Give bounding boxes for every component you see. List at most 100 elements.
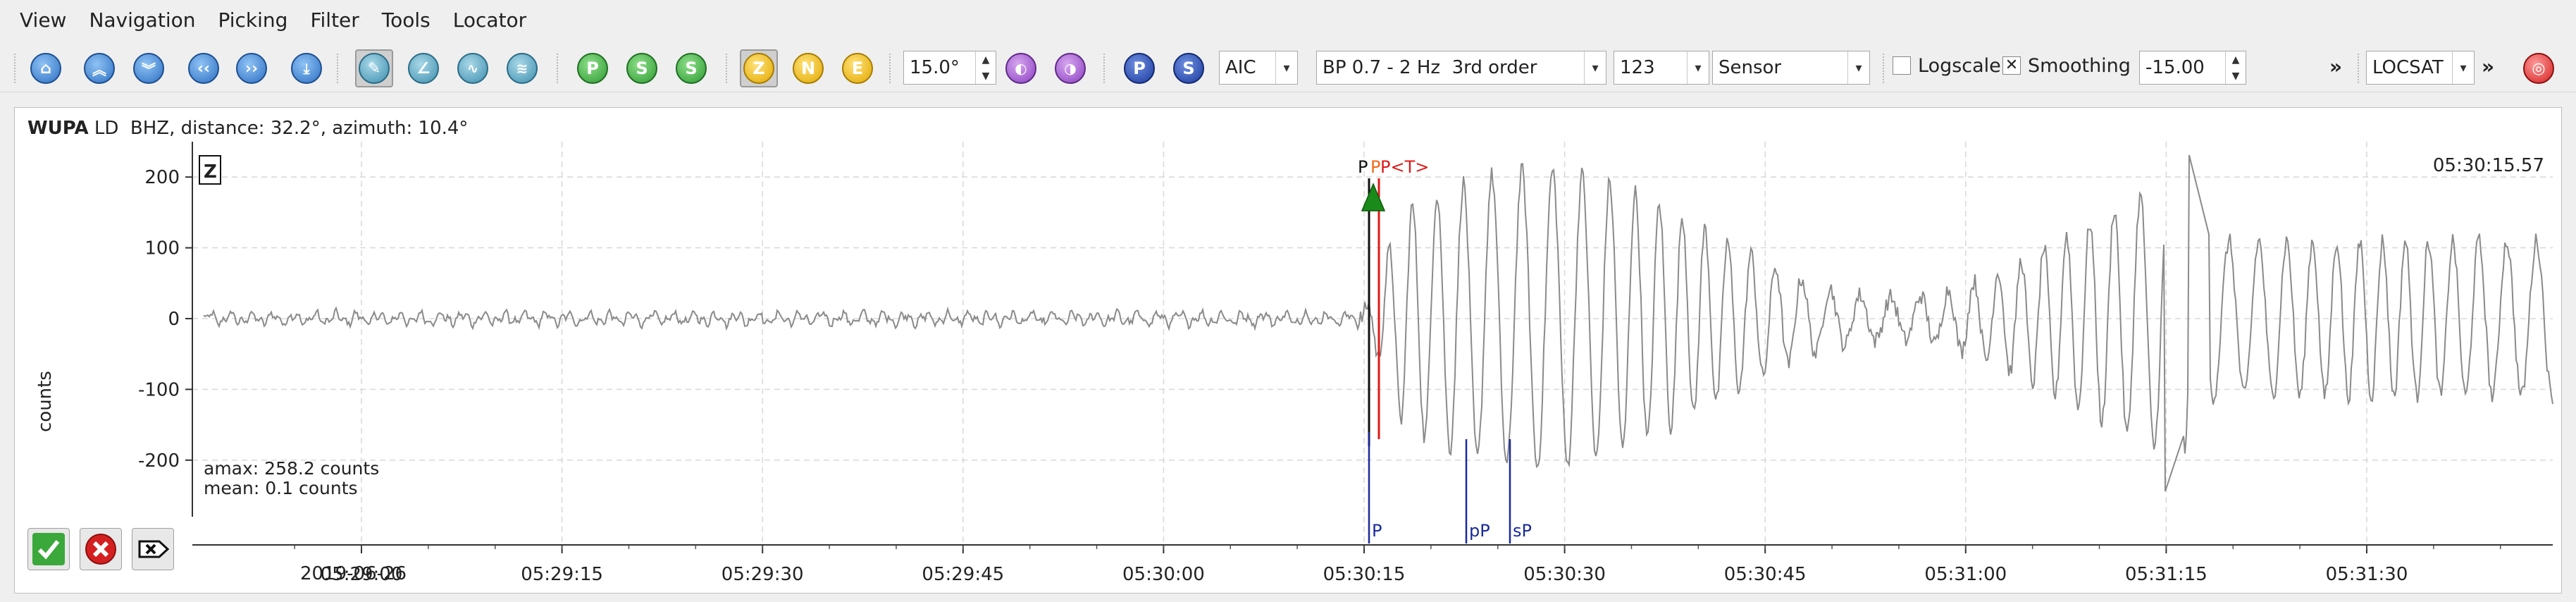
filter-select[interactable]: BP 0.7 - 2 Hz 3rd order ▾	[1316, 51, 1606, 85]
component-n-button[interactable]: N	[789, 49, 827, 87]
dropdown-arrow-icon: ▾	[2452, 51, 2474, 84]
pick-label: P	[1370, 157, 1380, 177]
x-tick-label: 05:30:45	[1724, 564, 1807, 585]
x-tick-label: 05:31:00	[1924, 564, 2007, 585]
trace-plot[interactable]: 2001000-100-20005:29:00 05:29:15 05:29:30 0…	[15, 108, 2561, 593]
x-tick-label: 05:30:00	[1122, 564, 1205, 585]
toolbar: ⌂ ︽ ︾ ‹‹ ›› ⤓ ✎ ∠ ∿ ≋ P S S Z N E 15.0° …	[0, 44, 2576, 92]
toolbar-separator	[2358, 54, 2359, 83]
pencil-icon: ✎	[359, 53, 390, 84]
menu-bar: View Navigation Picking Filter Tools Loc…	[0, 0, 2576, 41]
locator-select[interactable]: LOCSAT ▾	[2366, 51, 2475, 85]
p-phase-icon: P	[577, 53, 608, 84]
previous-trace-button[interactable]: ︽	[80, 49, 118, 87]
x-tick-label: 05:31:15	[2125, 564, 2207, 585]
exit-icon	[138, 540, 170, 558]
y-tick-label: 0	[168, 309, 180, 330]
theoretical-phase-label: P	[1372, 521, 1382, 541]
component-e-button[interactable]: E	[838, 49, 877, 87]
spin-arrows[interactable]: ▲ ▼	[975, 51, 996, 84]
amax-annotation: amax: 258.2 counts	[204, 458, 379, 479]
pick-tool-button[interactable]: ✎	[355, 49, 393, 87]
trace-panel: WUPA LD BHZ, distance: 32.2°, azimuth: 1…	[14, 107, 2562, 594]
rotate-icon: ◐	[1005, 53, 1036, 84]
scroll-right-button[interactable]: ››	[233, 49, 271, 87]
measure-tool-button[interactable]: ∠	[404, 49, 442, 87]
spin-arrows[interactable]: ▲ ▼	[2225, 51, 2246, 84]
unit-select[interactable]: Sensor ▾	[1712, 51, 1870, 85]
menu-locator[interactable]: Locator	[442, 0, 538, 41]
x-tick-label: 05:30:15	[1323, 564, 1406, 585]
pick-s-button[interactable]: S	[623, 49, 661, 87]
reject-button[interactable]	[80, 528, 122, 570]
z-component-icon: Z	[743, 53, 774, 84]
component-label: Z	[204, 161, 217, 183]
rotate-alt-button[interactable]: ◑	[1051, 49, 1089, 87]
waveform-icon: ∿	[457, 53, 488, 84]
e-component-icon: E	[842, 53, 873, 84]
smoothing-offset-spinbox[interactable]: -15.00 ▲ ▼	[2139, 51, 2246, 85]
locator-value: LOCSAT	[2372, 57, 2444, 78]
theoretical-phase-label: pP	[1469, 521, 1490, 541]
smoothing-checkbox[interactable]: ✕	[2002, 56, 2021, 75]
home-icon: ⌂	[30, 53, 61, 84]
x-tick-label: 05:29:15	[521, 564, 603, 585]
accept-button[interactable]	[27, 528, 70, 570]
rotate-button[interactable]: ◐	[1002, 49, 1040, 87]
y-tick-label: -200	[138, 450, 180, 472]
pick-marker[interactable]	[1361, 183, 1386, 211]
menu-filter[interactable]: Filter	[299, 0, 370, 41]
chevron-left-icon: ‹‹	[188, 53, 219, 84]
x-tick-label: 05:29:45	[922, 564, 1004, 585]
x-tick-label: 05:30:30	[1523, 564, 1606, 585]
menu-tools[interactable]: Tools	[371, 0, 442, 41]
pick-label: P	[1358, 157, 1368, 177]
y-tick-label: -100	[138, 379, 180, 400]
s-phase-alt-icon: S	[676, 53, 707, 84]
checkmark-icon: ✕	[2005, 56, 2019, 74]
mean-annotation: mean: 0.1 counts	[204, 478, 358, 498]
phase-s-button[interactable]: S	[1170, 49, 1208, 87]
n-component-icon: N	[793, 53, 824, 84]
amplitude-select[interactable]: 123 ▾	[1614, 51, 1709, 85]
spectrum-tool-button[interactable]: ≋	[503, 49, 541, 87]
unit-value: Sensor	[1719, 57, 1782, 78]
toolbar-separator	[1883, 54, 1884, 83]
spectrum-icon: ≋	[507, 53, 538, 84]
dropdown-arrow-icon: ▾	[1687, 51, 1709, 84]
chevron-right-icon: ››	[236, 53, 267, 84]
dropdown-arrow-icon: ▾	[1847, 51, 1869, 84]
scroll-down-button[interactable]: ⤓	[287, 49, 326, 87]
component-z-button[interactable]: Z	[740, 49, 778, 87]
logscale-label: Logscale	[1918, 55, 2001, 77]
toolbar-separator	[1103, 54, 1105, 83]
menu-navigation[interactable]: Navigation	[78, 0, 206, 41]
pick-s2-button[interactable]: S	[672, 49, 710, 87]
home-button[interactable]: ⌂	[27, 49, 65, 87]
rotation-angle-spinbox[interactable]: 15.0° ▲ ▼	[903, 51, 996, 85]
waveform-tool-button[interactable]: ∿	[454, 49, 492, 87]
toolbar-overflow-button-2[interactable]: »	[2482, 55, 2494, 78]
menu-picking[interactable]: Picking	[206, 0, 299, 41]
theoretical-phase-label: sP	[1513, 521, 1532, 541]
toolbar-separator	[889, 54, 891, 83]
toolbar-separator	[14, 54, 16, 83]
locate-button[interactable]: ◎	[2520, 49, 2558, 87]
phase-p-button[interactable]: P	[1120, 49, 1158, 87]
p-icon: P	[1124, 53, 1155, 84]
next-trace-button[interactable]: ︾	[130, 49, 168, 87]
pick-p-button[interactable]: P	[574, 49, 612, 87]
toolbar-overflow-button[interactable]: »	[2329, 55, 2342, 78]
smoothing-offset-value: -15.00	[2145, 57, 2205, 78]
exit-button[interactable]	[132, 528, 174, 570]
scroll-left-button[interactable]: ‹‹	[185, 49, 223, 87]
rotation-angle-value: 15.0°	[910, 57, 960, 78]
logscale-checkbox[interactable]	[1893, 56, 1911, 75]
menu-view[interactable]: View	[0, 0, 78, 41]
s-phase-icon: S	[626, 53, 657, 84]
arrow-down-icon: ⤓	[291, 53, 322, 84]
y-tick-label: 100	[144, 238, 180, 259]
picker-method-select[interactable]: AIC ▾	[1219, 51, 1298, 85]
time-readout: 05:30:15.57	[2433, 155, 2544, 176]
x-tick-label: 05:31:30	[2326, 564, 2408, 585]
